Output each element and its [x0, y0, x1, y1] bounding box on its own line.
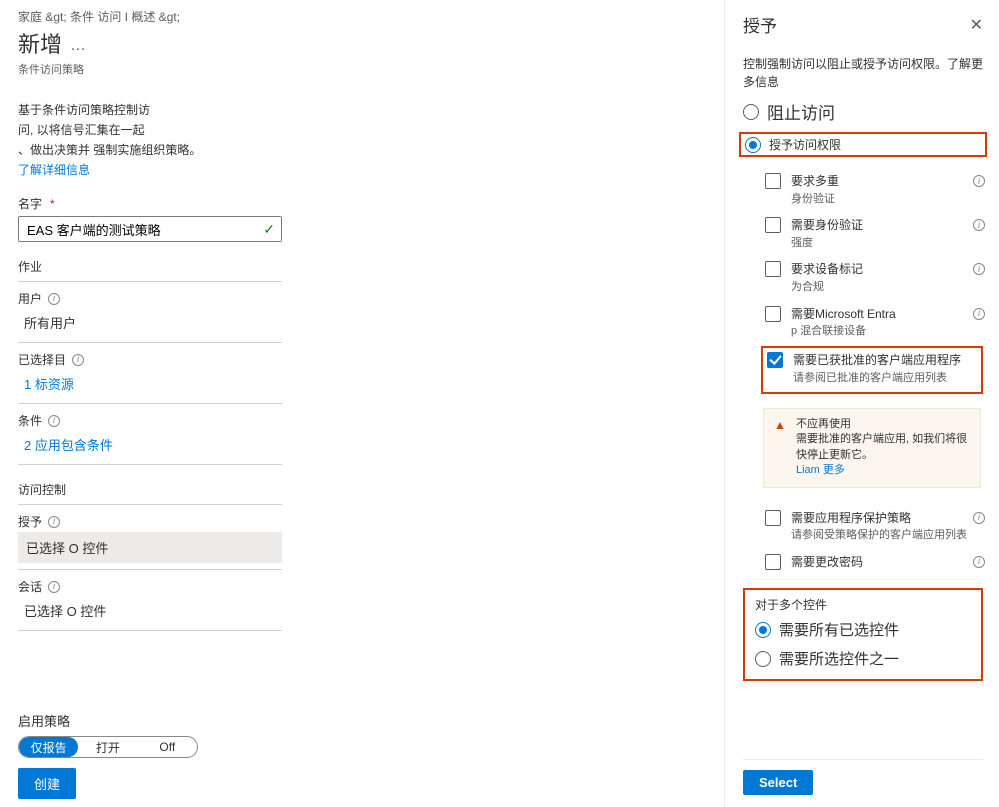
enable-policy-label: 启用策略	[18, 711, 198, 730]
grant-panel-title: 授予	[743, 12, 777, 37]
grant-panel: 授予 ✕ 控制强制访问以阻止或授予访问权限。了解更多信息 阻止访问 授予访问权限…	[724, 0, 999, 807]
session-value[interactable]: 已选择 O 控件	[18, 595, 282, 624]
grant-access-label: 授予访问权限	[769, 136, 841, 153]
info-icon[interactable]	[973, 556, 985, 568]
policy-desc-2: 问, 以将信号汇集在一起	[18, 121, 282, 139]
breadcrumb[interactable]: 家庭 &gt; 条件 访问 I 概述 &gt;	[18, 8, 282, 25]
info-icon[interactable]	[973, 263, 985, 275]
toggle-off[interactable]: Off	[138, 737, 197, 757]
selected-target-value[interactable]: 1 标资源	[18, 368, 282, 397]
name-input[interactable]	[19, 217, 281, 241]
users-label: 用户	[18, 282, 282, 307]
checkbox-icon[interactable]	[765, 510, 781, 526]
grant-label: 授予	[18, 505, 282, 530]
close-icon[interactable]: ✕	[970, 15, 983, 35]
require-hybrid-device-row[interactable]: 需要Microsoft Entrap 混合联接设备	[765, 306, 983, 340]
radio-icon[interactable]	[745, 137, 761, 153]
checkbox-icon[interactable]	[765, 306, 781, 322]
require-compliant-device-row[interactable]: 要求设备标记为合规	[765, 261, 983, 295]
assignments-label: 作业	[18, 258, 282, 275]
checkbox-icon[interactable]	[765, 173, 781, 189]
name-label: 名字	[18, 195, 282, 212]
grant-panel-desc: 控制强制访问以阻止或授予访问权限。了解更多信息	[743, 55, 983, 91]
info-icon[interactable]	[48, 581, 60, 593]
conditions-label: 条件	[18, 404, 282, 429]
policy-desc-3: 、做出决策并 强制实施组织策略。	[18, 141, 282, 159]
selected-target-label: 已选择目	[18, 343, 282, 368]
left-panel: 家庭 &gt; 条件 访问 I 概述 &gt; 新增 … 条件访问策略 基于条件…	[0, 0, 300, 649]
info-icon[interactable]	[48, 516, 60, 528]
enable-policy-toggle[interactable]: 仅报告 打开 Off	[18, 736, 198, 758]
require-app-protection-row[interactable]: 需要应用程序保护策略请参阅受策略保护的客户端应用列表	[765, 510, 983, 544]
checkbox-icon[interactable]	[765, 554, 781, 570]
learn-more-link[interactable]: Liam 更多	[796, 463, 970, 478]
info-icon[interactable]	[973, 512, 985, 524]
deprecation-warning: 不应再使用 需要批准的客户端应用, 如我们将很快停止更新它。 Liam 更多	[763, 408, 981, 488]
require-one-radio[interactable]: 需要所选控件之一	[755, 648, 971, 669]
require-password-change-row[interactable]: 需要更改密码	[765, 554, 983, 571]
policy-desc-1: 基于条件访问策略控制访	[18, 101, 282, 119]
require-auth-strength-row[interactable]: 需要身份验证强度	[765, 217, 983, 251]
multi-controls-box: 对于多个控件 需要所有已选控件 需要所选控件之一	[743, 588, 983, 681]
grant-access-radio[interactable]: 授予访问权限	[739, 132, 987, 157]
users-value[interactable]: 所有用户	[18, 307, 282, 336]
access-controls-label: 访问控制	[18, 481, 282, 498]
conditions-value[interactable]: 2 应用包含条件	[18, 429, 282, 458]
toggle-report-only[interactable]: 仅报告	[19, 737, 78, 757]
radio-icon[interactable]	[755, 651, 771, 667]
radio-icon[interactable]	[743, 104, 759, 120]
info-icon[interactable]	[48, 415, 60, 427]
info-icon[interactable]	[48, 293, 60, 305]
learn-more-link[interactable]: 了解详细信息	[18, 161, 282, 179]
more-icon[interactable]: …	[70, 37, 86, 55]
name-input-wrap: ✓	[18, 216, 282, 242]
left-footer: 启用策略 仅报告 打开 Off 创建	[18, 711, 198, 799]
create-button[interactable]: 创建	[18, 768, 76, 799]
multi-controls-title: 对于多个控件	[755, 596, 971, 613]
grant-controls-list: 要求多重身份验证 需要身份验证强度 要求设备标记为合规 需要Microsoft …	[743, 163, 983, 340]
info-icon[interactable]	[973, 308, 985, 320]
info-icon[interactable]	[72, 354, 84, 366]
radio-icon[interactable]	[755, 622, 771, 638]
require-approved-app-row[interactable]: 需要已获批准的客户端应用程序请参阅已批准的客户端应用列表	[761, 346, 983, 394]
toggle-on[interactable]: 打开	[78, 737, 137, 757]
session-label: 会话	[18, 570, 282, 595]
select-button[interactable]: Select	[743, 770, 813, 795]
grant-panel-footer: Select	[743, 759, 983, 795]
info-icon[interactable]	[973, 175, 985, 187]
checkbox-icon[interactable]	[767, 352, 783, 368]
check-icon: ✓	[263, 221, 275, 238]
grant-value[interactable]: 已选择 O 控件	[18, 532, 282, 563]
info-icon[interactable]	[973, 219, 985, 231]
checkbox-icon[interactable]	[765, 261, 781, 277]
require-all-radio[interactable]: 需要所有已选控件	[755, 619, 971, 640]
block-access-radio[interactable]: 阻止访问	[743, 99, 983, 124]
checkbox-icon[interactable]	[765, 217, 781, 233]
page-subtitle: 条件访问策略	[18, 61, 282, 77]
require-mfa-row[interactable]: 要求多重身份验证	[765, 173, 983, 207]
block-access-label: 阻止访问	[767, 99, 835, 124]
grant-controls-list-2: 需要应用程序保护策略请参阅受策略保护的客户端应用列表 需要更改密码	[743, 500, 983, 571]
page-title: 新增	[18, 27, 62, 59]
